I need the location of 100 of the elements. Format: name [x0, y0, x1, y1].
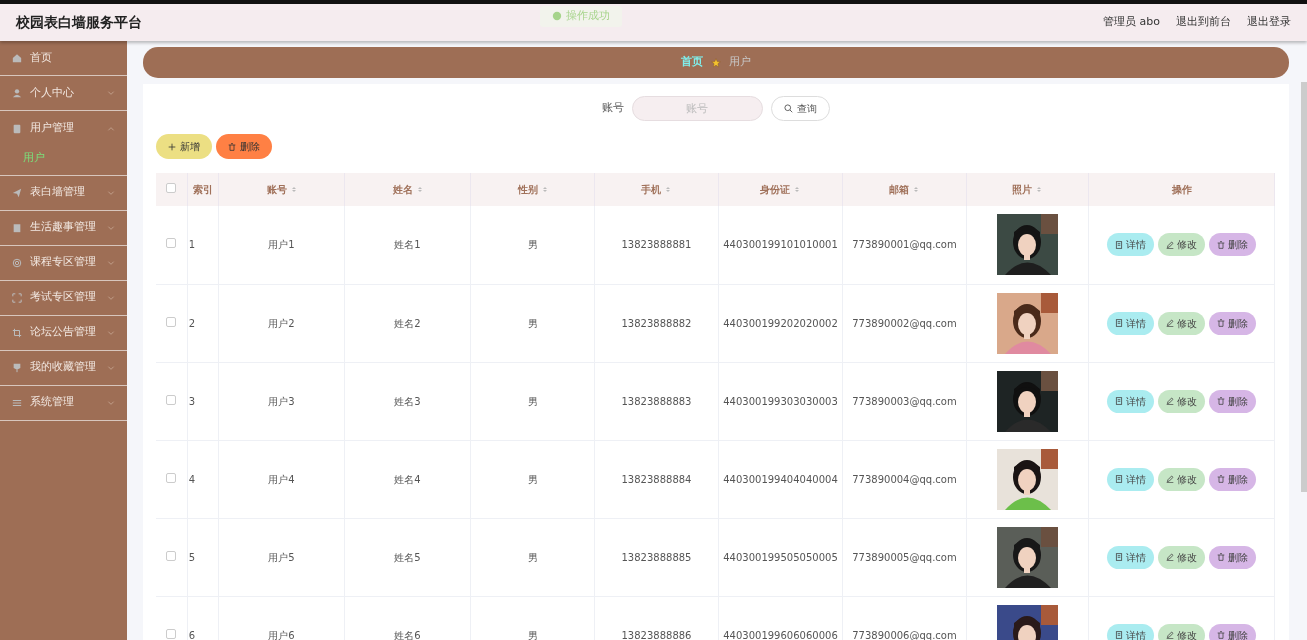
table-cell: 1 [188, 239, 195, 251]
sidebar-item[interactable]: 我的收藏管理 [0, 350, 127, 386]
sidebar-item[interactable]: 考试专区管理 [0, 280, 127, 316]
column-header[interactable]: 性别 [470, 173, 595, 206]
row-checkbox[interactable] [166, 394, 177, 405]
select-all-checkbox[interactable] [166, 183, 177, 193]
table-cell: 用户4 [268, 473, 295, 485]
delete-button[interactable]: 删除 [1209, 467, 1257, 491]
edit-button[interactable]: 修改 [1158, 545, 1206, 569]
document-icon [1115, 553, 1124, 561]
table-cell: 440300199404040004 [723, 473, 838, 485]
delete-button[interactable]: 删除 [216, 134, 272, 159]
column-header[interactable]: 姓名 [344, 173, 471, 206]
row-checkbox[interactable] [166, 316, 177, 327]
table-cell: 3 [188, 395, 195, 407]
table-cell: 用户3 [268, 395, 295, 407]
add-button[interactable]: 新增 [156, 134, 212, 159]
detail-button[interactable]: 详情 [1107, 233, 1155, 257]
frame-icon [12, 292, 22, 303]
detail-button[interactable]: 详情 [1107, 467, 1155, 491]
detail-button[interactable]: 详情 [1107, 545, 1155, 569]
row-checkbox[interactable] [166, 550, 177, 561]
search-button[interactable]: 查询 [770, 96, 830, 121]
trash-icon [1217, 475, 1226, 483]
edit-button[interactable]: 修改 [1158, 623, 1206, 640]
delete-button[interactable]: 删除 [1209, 623, 1257, 640]
header-link[interactable]: 退出到前台 [1176, 14, 1231, 31]
table-cell: 773890006@qq.com [852, 629, 957, 640]
table-cell: 773890001@qq.com [852, 239, 957, 251]
toast-text: 操作成功 [566, 8, 610, 24]
table-cell: 4 [188, 473, 195, 485]
app-title: 校园表白墙服务平台 [16, 13, 142, 32]
table-cell: 男 [527, 395, 538, 407]
table-cell: 13823888885 [621, 551, 692, 563]
header-link[interactable]: 退出登录 [1247, 14, 1291, 31]
sidebar-item[interactable]: 用户管理 [0, 111, 127, 146]
table-cell: 773890005@qq.com [852, 551, 957, 563]
row-checkbox[interactable] [166, 238, 177, 249]
sidebar-item[interactable]: 系统管理 [0, 385, 127, 421]
row-checkbox[interactable] [166, 628, 177, 639]
edit-button[interactable]: 修改 [1158, 233, 1206, 257]
column-header: 操作 [1088, 173, 1275, 206]
pencil-icon [1166, 319, 1175, 327]
pencil-icon [1166, 397, 1175, 405]
detail-button[interactable]: 详情 [1107, 311, 1155, 335]
table-cell: 用户6 [268, 629, 295, 640]
table-cell: 男 [527, 239, 538, 251]
sidebar-item[interactable]: 个人中心 [0, 76, 127, 111]
header-link[interactable]: 管理员 abo [1103, 14, 1160, 31]
search-icon [783, 104, 793, 113]
detail-button[interactable]: 详情 [1107, 623, 1155, 640]
table-cell: 13823888883 [621, 395, 692, 407]
table-cell: 姓名4 [394, 473, 421, 485]
column-header[interactable]: 身份证 [718, 173, 843, 206]
table-cell: 6 [188, 629, 195, 640]
edit-button[interactable]: 修改 [1158, 467, 1206, 491]
table-cell: 男 [527, 551, 538, 563]
table-cell: 姓名1 [394, 239, 421, 251]
table-cell: 13823888886 [621, 629, 692, 640]
column-header[interactable]: 手机 [594, 173, 719, 206]
home-icon [12, 53, 22, 63]
table-cell: 用户1 [268, 239, 295, 251]
table-cell: 773890002@qq.com [852, 317, 957, 329]
sidebar-item[interactable]: 论坛公告管理 [0, 315, 127, 351]
table-cell: 男 [527, 317, 538, 329]
breadcrumb-link[interactable]: 首页 [681, 54, 703, 71]
trash-icon [1217, 631, 1226, 639]
table-cell: 男 [527, 473, 538, 485]
delete-button[interactable]: 删除 [1209, 545, 1257, 569]
column-header: 索引 [187, 173, 219, 206]
sidebar-item[interactable]: 表白墙管理 [0, 175, 127, 211]
edit-button[interactable]: 修改 [1158, 389, 1206, 413]
table-cell: 姓名5 [394, 551, 421, 563]
table-cell: 男 [527, 629, 538, 640]
pencil-icon [1166, 475, 1175, 483]
table-cell: 440300199606060006 [723, 629, 838, 640]
paper-plane-icon [12, 187, 22, 198]
table-cell: 13823888881 [621, 239, 692, 251]
row-checkbox[interactable] [166, 472, 177, 483]
delete-button[interactable]: 删除 [1209, 389, 1257, 413]
trash-icon [1217, 240, 1226, 249]
search-label: 账号 [601, 100, 624, 117]
delete-button[interactable]: 删除 [1209, 311, 1257, 335]
delete-button[interactable]: 删除 [1209, 233, 1257, 257]
table-cell: 440300199202020002 [723, 317, 838, 329]
table-cell: 姓名3 [394, 395, 421, 407]
column-header[interactable]: 照片 [966, 173, 1089, 206]
edit-button[interactable]: 修改 [1158, 311, 1206, 335]
table-cell: 2 [188, 317, 195, 329]
column-header[interactable]: 邮箱 [842, 173, 967, 206]
column-header[interactable]: 账号 [218, 173, 345, 206]
menu-icon [12, 397, 22, 408]
sidebar-item[interactable]: 首页 [0, 41, 127, 76]
table-cell: 773890004@qq.com [852, 473, 957, 485]
sidebar-item[interactable]: 生活趣事管理 [0, 210, 127, 246]
crop-icon [12, 327, 22, 338]
detail-button[interactable]: 详情 [1107, 389, 1155, 413]
table-cell: 用户2 [268, 317, 295, 329]
sidebar-item[interactable]: 课程专区管理 [0, 245, 127, 281]
scrollbar[interactable] [1301, 82, 1307, 492]
